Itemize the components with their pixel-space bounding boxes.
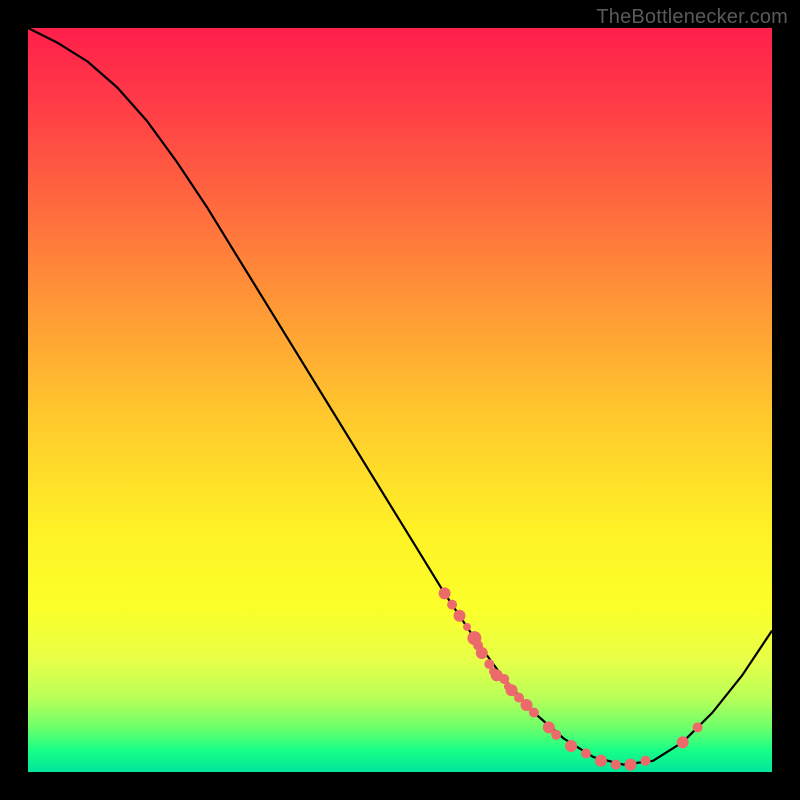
data-point (551, 730, 561, 740)
data-point (677, 736, 689, 748)
data-point (595, 755, 607, 767)
data-point (625, 759, 637, 771)
data-point (565, 740, 577, 752)
data-point (447, 600, 457, 610)
data-point (484, 659, 494, 669)
data-point (463, 623, 471, 631)
data-point (439, 587, 451, 599)
watermark-text: TheBottlenecker.com (596, 6, 788, 29)
data-point (454, 610, 466, 622)
bottleneck-curve (28, 28, 772, 765)
data-point (693, 722, 703, 732)
data-point (581, 748, 591, 758)
data-point (476, 647, 488, 659)
data-point (641, 756, 651, 766)
chart-svg (28, 28, 772, 772)
chart-plot-area (28, 28, 772, 772)
data-point (611, 760, 621, 770)
scatter-points (439, 587, 703, 770)
data-point (529, 708, 539, 718)
